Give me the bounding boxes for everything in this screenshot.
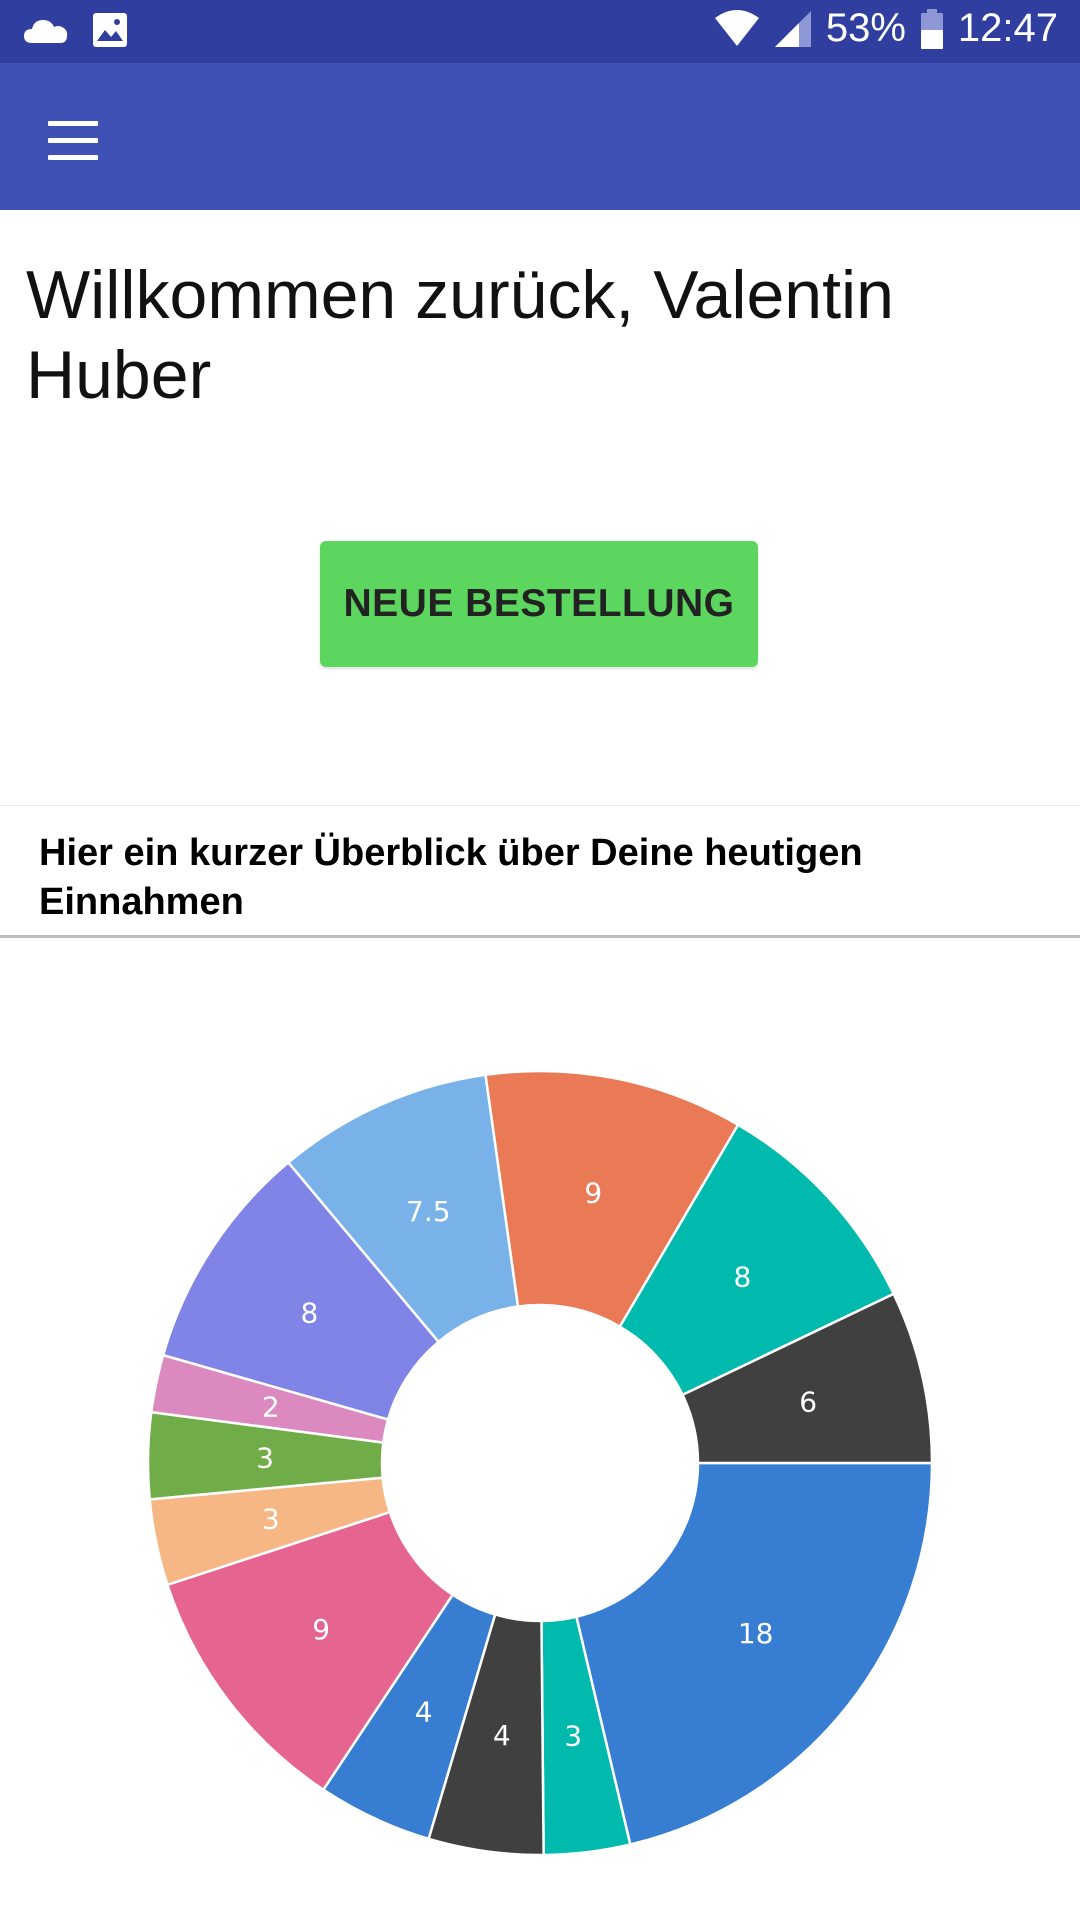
image-icon	[93, 13, 127, 47]
slice-value-label: 9	[584, 1177, 602, 1210]
overview-card-header: Hier ein kurzer Überblick über Deine heu…	[0, 805, 1080, 938]
cloud-icon	[24, 20, 68, 43]
hamburger-menu-icon[interactable]	[40, 108, 106, 168]
slice-value-label: 18	[738, 1617, 774, 1650]
slice-value-label: 4	[415, 1696, 433, 1729]
donut-slice[interactable]	[574, 1461, 934, 1846]
new-order-button[interactable]: NEUE BESTELLUNG	[320, 541, 758, 667]
revenue-donut-chart: 18 3 4 4 9 3 3 2 8 7.5 9 8 6	[146, 1069, 934, 1857]
slice-value-label: 8	[734, 1260, 752, 1293]
signal-icon	[774, 10, 811, 47]
status-right: 53% 12:47	[714, 6, 1058, 51]
slice-value-label: 2	[262, 1391, 280, 1424]
welcome-heading: Willkommen zurück, Valentin Huber	[26, 257, 894, 413]
battery-icon	[920, 8, 943, 49]
battery-percent: 53%	[825, 6, 906, 50]
slice-value-label: 4	[493, 1719, 511, 1752]
status-bar: 53% 12:47	[0, 0, 1080, 63]
slice-value-label: 9	[312, 1613, 330, 1646]
slice-value-label: 7.5	[406, 1195, 451, 1228]
wifi-icon	[714, 9, 759, 46]
slice-value-label: 3	[256, 1441, 274, 1474]
slice-value-label: 3	[564, 1719, 582, 1752]
status-left-icons	[22, 12, 128, 48]
slice-value-label: 8	[300, 1297, 318, 1330]
clock: 12:47	[957, 6, 1058, 50]
slice-value-label: 6	[799, 1386, 817, 1419]
overview-title: Hier ein kurzer Überblick über Deine heu…	[39, 832, 863, 923]
slice-value-label: 3	[262, 1502, 280, 1535]
app-bar	[0, 63, 1080, 210]
